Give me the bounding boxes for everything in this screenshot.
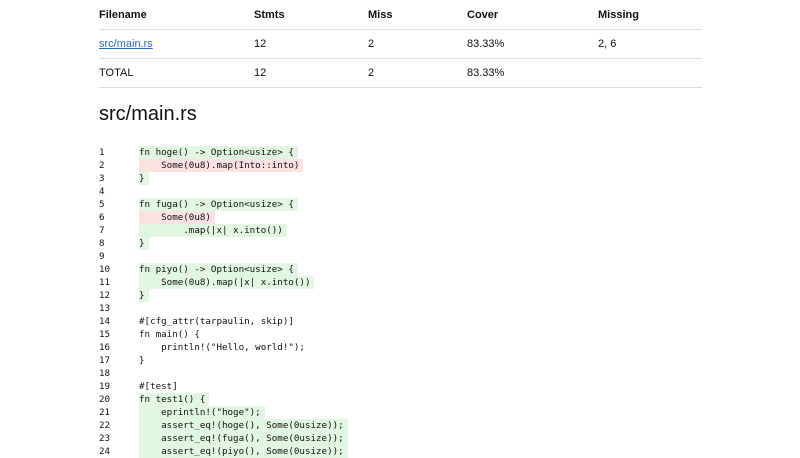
code-line: 8} [99,237,702,250]
code-text: fn hoge() -> Option<usize> { [139,146,298,159]
line-number: 17 [99,355,111,366]
line-number: 6 [99,212,105,223]
line-number: 23 [99,433,111,444]
code-line: 13 [99,302,702,315]
line-number: 19 [99,381,111,392]
file-title: src/main.rs [99,103,197,125]
code-line: 14 #[cfg_attr(tarpaulin, skip)] [99,315,702,328]
code-line: 9 [99,250,702,263]
code-text: fn fuga() -> Option<usize> { [139,198,298,211]
cover-cell: 83.33% [467,58,598,88]
code-line: 17} [99,354,702,367]
code-text: } [139,289,149,302]
code-line: 6 Some(0u8) [99,211,702,224]
code-text: eprintln!("hoge"); [139,406,265,419]
code-line: 15 fn main() { [99,328,702,341]
line-number: 15 [99,329,111,340]
code-text: assert_eq!(fuga(), Some(0usize)); [139,432,348,445]
missing-cell: 2, 6 [598,29,702,59]
line-number: 3 [99,173,105,184]
code-text: println!("Hello, world!"); [139,342,305,353]
line-number: 18 [99,368,111,379]
coverage-table: Filename Stmts Miss Cover Missing src/ma… [99,0,702,88]
code-line: 5 fn fuga() -> Option<usize> { [99,198,702,211]
code-text: } [139,355,145,366]
code-line: 23 assert_eq!(fuga(), Some(0usize)); [99,432,702,445]
code-text: } [139,237,149,250]
filename-cell: TOTAL [99,58,254,88]
line-number: 22 [99,420,111,431]
line-number: 24 [99,446,111,457]
line-number: 12 [99,290,111,301]
line-number: 2 [99,160,105,171]
code-line: 18 [99,367,702,380]
table-header-row: Filename Stmts Miss Cover Missing [99,0,702,30]
code-text: Some(0u8).map(Into::into) [139,159,304,172]
code-line: 3} [99,172,702,185]
code-text: Some(0u8).map(|x| x.into()) [139,276,315,289]
source-listing: 1 fn hoge() -> Option<usize> {2 Some(0u8)… [99,146,702,458]
line-number: 5 [99,199,105,210]
line-number: 1 [99,147,105,158]
line-number: 8 [99,238,105,249]
code-line: 1 fn hoge() -> Option<usize> { [99,146,702,159]
code-text: fn test1() { [139,393,210,406]
line-number: 4 [99,186,105,197]
code-text: fn piyo() -> Option<usize> { [139,263,298,276]
code-line: 10 fn piyo() -> Option<usize> { [99,263,702,276]
code-line: 7 .map(|x| x.into()) [99,224,702,237]
coverage-summary: Filename Stmts Miss Cover Missing src/ma… [99,0,702,88]
line-number: 10 [99,264,111,275]
line-number: 11 [99,277,111,288]
code-text: } [139,172,149,185]
line-number: 14 [99,316,111,327]
header-filename: Filename [99,0,254,30]
stmts-cell: 12 [254,29,368,59]
line-number: 16 [99,342,111,353]
header-stmts: Stmts [254,0,368,30]
line-number: 7 [99,225,105,236]
table-row-total: TOTAL 12 2 83.33% [99,58,702,88]
header-cover: Cover [467,0,598,30]
code-line: 11 Some(0u8).map(|x| x.into()) [99,276,702,289]
code-text: Some(0u8) [139,211,215,224]
code-line: 20 fn test1() { [99,393,702,406]
file-link[interactable]: src/main.rs [99,38,153,50]
header-miss: Miss [368,0,467,30]
line-number: 20 [99,394,111,405]
header-missing: Missing [598,0,702,30]
code-text: fn main() { [139,329,200,340]
code-line: 21 eprintln!("hoge"); [99,406,702,419]
line-number: 21 [99,407,111,418]
code-line: 19 #[test] [99,380,702,393]
code-text: .map(|x| x.into()) [139,224,287,237]
code-line: 22 assert_eq!(hoge(), Some(0usize)); [99,419,702,432]
stmts-cell: 12 [254,58,368,88]
code-line: 4 [99,185,702,198]
miss-cell: 2 [368,29,467,59]
code-line: 12} [99,289,702,302]
code-text: assert_eq!(piyo(), Some(0usize)); [139,445,348,458]
table-row: src/main.rs 12 2 83.33% 2, 6 [99,29,702,59]
line-number: 13 [99,303,111,314]
cover-cell: 83.33% [467,29,598,59]
missing-cell [598,58,702,88]
code-text: assert_eq!(hoge(), Some(0usize)); [139,419,348,432]
code-text: #[test] [139,381,178,392]
code-line: 24 assert_eq!(piyo(), Some(0usize)); [99,445,702,458]
filename-cell: src/main.rs [99,29,254,59]
line-number: 9 [99,251,105,262]
code-text: #[cfg_attr(tarpaulin, skip)] [139,316,294,327]
miss-cell: 2 [368,58,467,88]
code-line: 2 Some(0u8).map(Into::into) [99,159,702,172]
code-line: 16 println!("Hello, world!"); [99,341,702,354]
